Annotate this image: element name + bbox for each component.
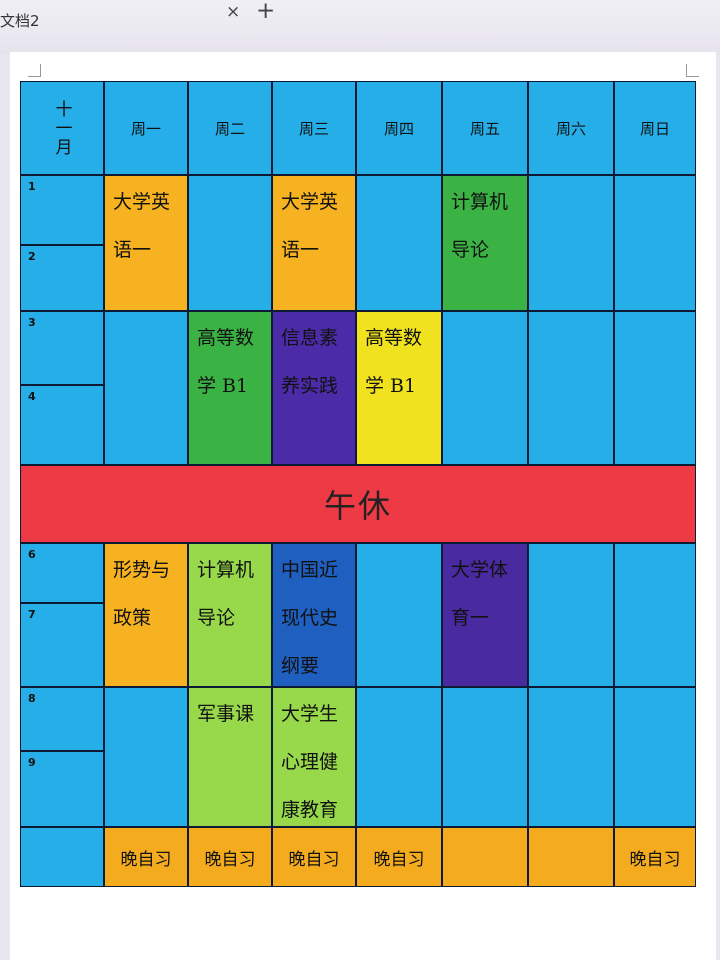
period-label: 3	[20, 311, 104, 385]
day-header-sun: 周日	[614, 81, 696, 175]
empty-slot[interactable]	[528, 311, 614, 465]
course-wed-3-4[interactable]: 信息素养实践	[272, 311, 356, 465]
period-label: 6	[20, 543, 104, 603]
course-thu-3-4[interactable]: 高等数学 B1	[356, 311, 442, 465]
evening-slot-fri[interactable]	[442, 827, 528, 887]
evening-study-thu[interactable]: 晚自习	[356, 827, 442, 887]
period-label: 1	[20, 175, 104, 245]
period-label: 4	[20, 385, 104, 465]
evening-study-tue[interactable]: 晚自习	[188, 827, 272, 887]
margin-marker-right	[686, 64, 699, 77]
title-bar: 文档2 × +	[0, 0, 720, 54]
evening-slot-sat[interactable]	[528, 827, 614, 887]
document-tab-title[interactable]: 文档2	[0, 10, 40, 31]
course-wed-8-9[interactable]: 大学生心理健康教育	[272, 687, 356, 827]
empty-slot[interactable]	[614, 175, 696, 311]
empty-slot[interactable]	[442, 687, 528, 827]
margin-marker-left	[28, 64, 41, 77]
evening-study-wed[interactable]: 晚自习	[272, 827, 356, 887]
day-header-fri: 周五	[442, 81, 528, 175]
period-label: 2	[20, 245, 104, 311]
course-tue-6-7[interactable]: 计算机导论	[188, 543, 272, 687]
empty-slot[interactable]	[356, 543, 442, 687]
empty-slot[interactable]	[356, 175, 442, 311]
day-header-mon: 周一	[104, 81, 188, 175]
new-tab-icon[interactable]: +	[256, 0, 275, 24]
empty-slot[interactable]	[442, 311, 528, 465]
course-tue-8-9[interactable]: 军事课	[188, 687, 272, 827]
empty-slot[interactable]	[614, 687, 696, 827]
period-label: 7	[20, 603, 104, 687]
evening-row-label	[20, 827, 104, 887]
day-header-thu: 周四	[356, 81, 442, 175]
evening-study-mon[interactable]: 晚自习	[104, 827, 188, 887]
course-wed-6-7[interactable]: 中国近现代史纲要	[272, 543, 356, 687]
lunch-break-band: 午休	[20, 465, 696, 543]
empty-slot[interactable]	[188, 175, 272, 311]
empty-slot[interactable]	[614, 311, 696, 465]
month-header: 十一月	[20, 81, 104, 175]
empty-slot[interactable]	[104, 311, 188, 465]
empty-slot[interactable]	[104, 687, 188, 827]
course-mon-1-2[interactable]: 大学英语一	[104, 175, 188, 311]
timetable[interactable]: 十一月 周一 周二 周三 周四 周五 周六 周日 1 2 3 4 6 7 8 9…	[20, 81, 696, 887]
day-header-wed: 周三	[272, 81, 356, 175]
empty-slot[interactable]	[356, 687, 442, 827]
course-fri-1-2[interactable]: 计算机导论	[442, 175, 528, 311]
empty-slot[interactable]	[528, 543, 614, 687]
period-label: 8	[20, 687, 104, 751]
close-tab-icon[interactable]: ×	[226, 2, 240, 22]
empty-slot[interactable]	[528, 175, 614, 311]
course-fri-6-7[interactable]: 大学体育一	[442, 543, 528, 687]
course-tue-3-4[interactable]: 高等数学 B1	[188, 311, 272, 465]
course-wed-1-2[interactable]: 大学英语一	[272, 175, 356, 311]
course-mon-6-7[interactable]: 形势与政策	[104, 543, 188, 687]
day-header-sat: 周六	[528, 81, 614, 175]
empty-slot[interactable]	[528, 687, 614, 827]
period-label: 9	[20, 751, 104, 827]
evening-study-sun[interactable]: 晚自习	[614, 827, 696, 887]
day-header-tue: 周二	[188, 81, 272, 175]
empty-slot[interactable]	[614, 543, 696, 687]
